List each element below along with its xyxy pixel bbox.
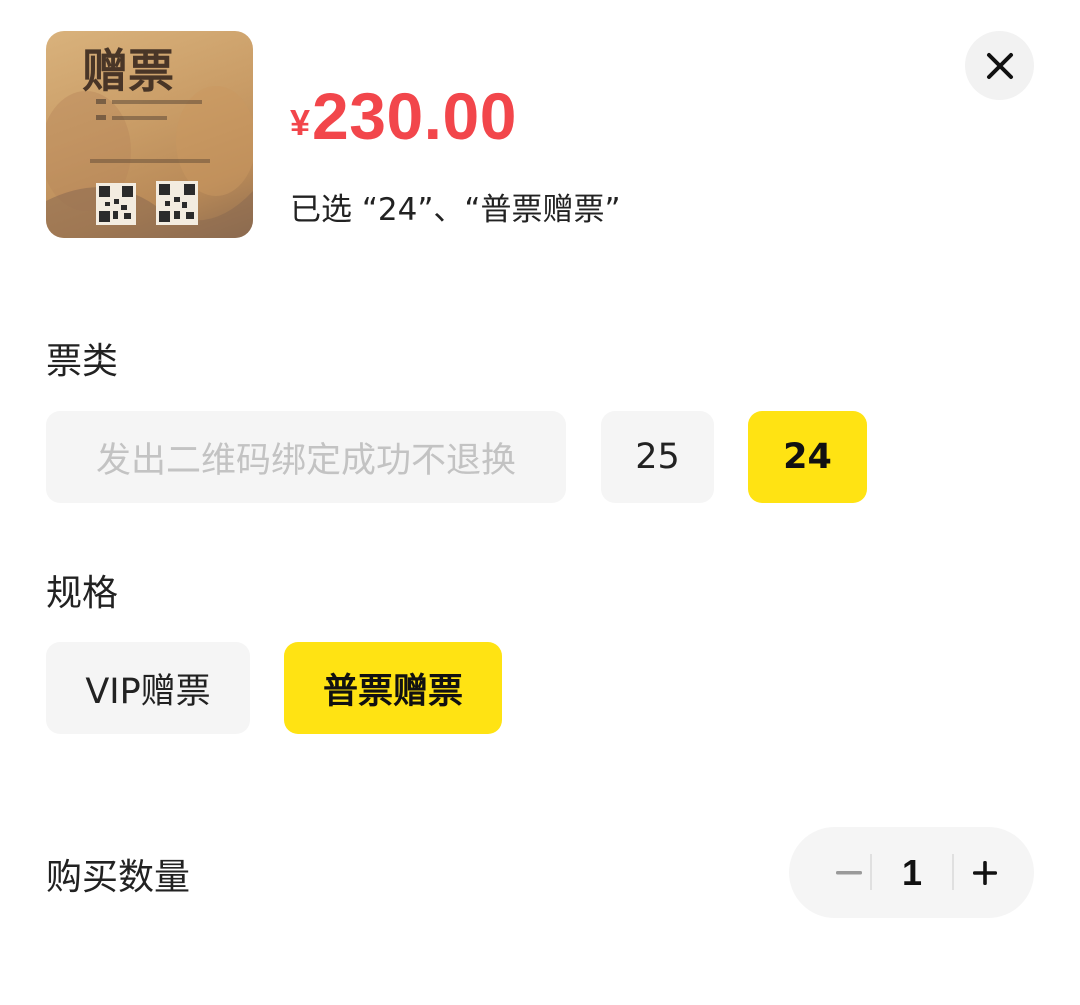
spec-title: 规格 [46,573,119,614]
increase-button[interactable] [955,827,1015,918]
close-icon [986,52,1013,79]
close-button[interactable] [965,31,1034,100]
ticket-photo-icon: 赠票 [46,44,253,238]
stepper-divider [870,854,872,890]
selected-summary: 已选 “24”、“普票赠票” [290,192,621,228]
price-currency: ¥ [290,102,311,143]
photo-title-text: 赠票 [82,44,174,98]
quantity-stepper: 1 [789,827,1034,918]
ticket-type-option-24[interactable]: 24 [748,411,867,503]
minus-icon [836,870,862,874]
spec-option-vip[interactable]: VIP赠票 [46,642,250,734]
stepper-divider [952,854,954,890]
product-image[interactable]: 赠票 [46,31,253,238]
price-amount: 230.00 [312,79,517,153]
spec-option-regular[interactable]: 普票赠票 [284,642,502,734]
price: ¥230.00 [290,78,517,154]
ticket-type-option-25[interactable]: 25 [601,411,714,503]
sku-selector-sheet: 赠票 ¥230.00 已选 “24”、“普票赠票” 票类 发出二维码绑定成功不退… [0,0,1080,1005]
quantity-label: 购买数量 [46,857,191,898]
ticket-type-option-disabled: 发出二维码绑定成功不退换 [46,411,566,503]
ticket-type-title: 票类 [46,341,119,382]
quantity-value[interactable]: 1 [873,827,951,918]
plus-icon [973,860,997,885]
